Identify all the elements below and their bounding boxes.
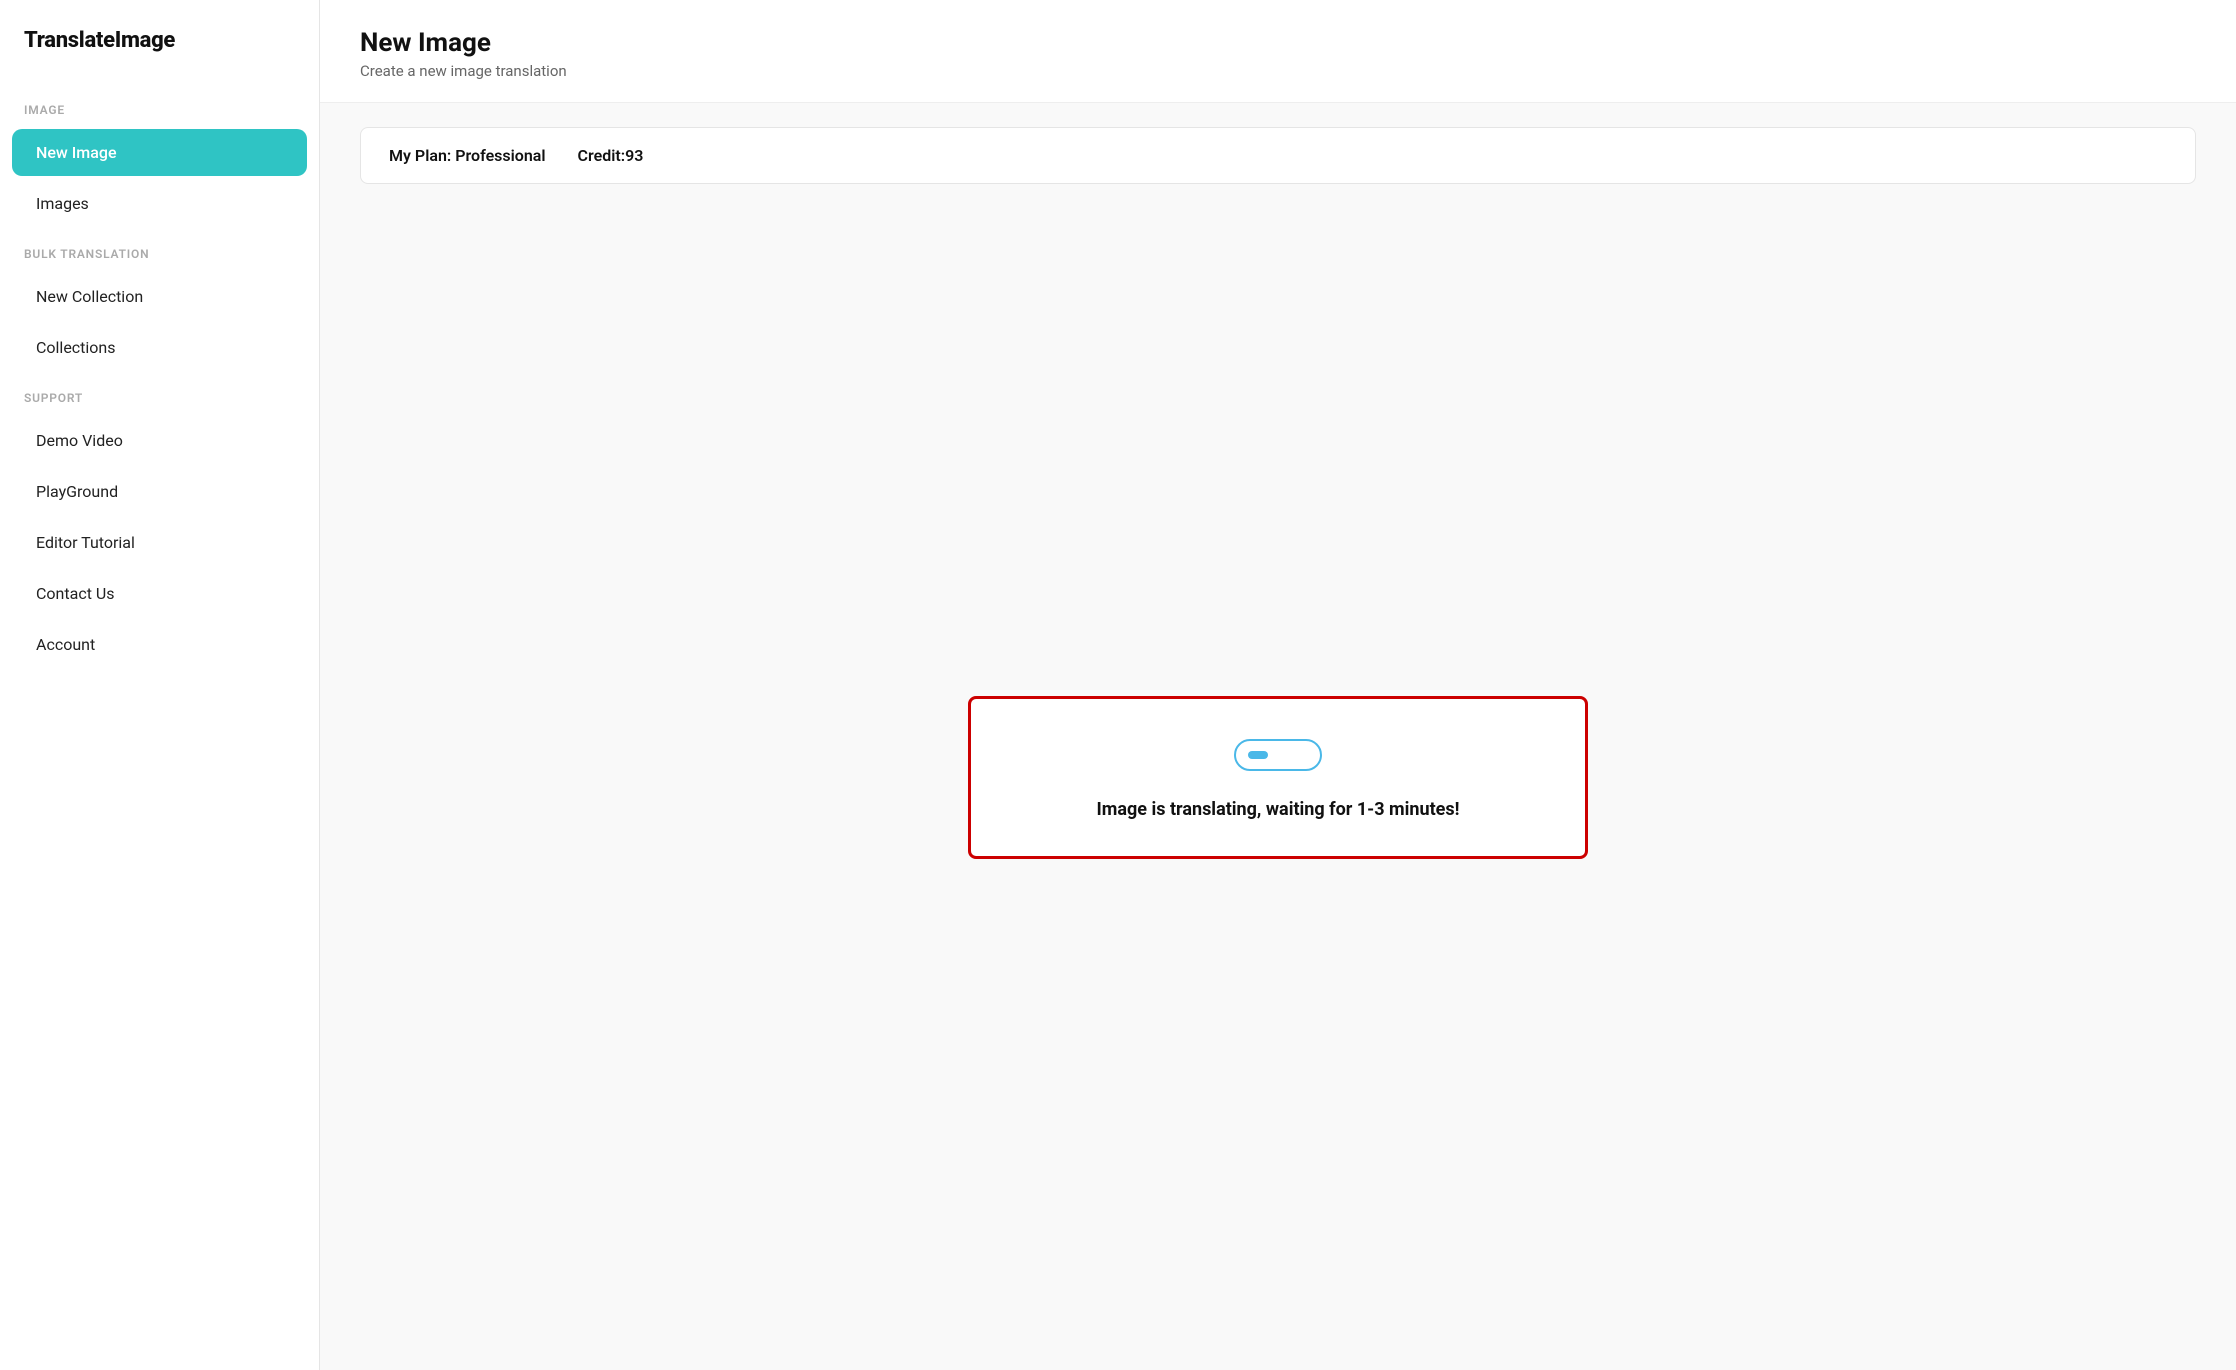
sidebar-item-editor-tutorial[interactable]: Editor Tutorial <box>12 519 307 566</box>
sidebar-item-playground[interactable]: PlayGround <box>12 468 307 515</box>
sidebar-item-new-image[interactable]: New Image <box>12 129 307 176</box>
sidebar: TranslateImage IMAGE New Image Images BU… <box>0 0 320 1370</box>
sidebar-item-contact-us[interactable]: Contact Us <box>12 570 307 617</box>
section-label-bulk: BULK TRANSLATION <box>0 229 319 271</box>
sidebar-item-account[interactable]: Account <box>12 621 307 668</box>
main-content: New Image Create a new image translation… <box>320 0 2236 1370</box>
status-message: Image is translating, waiting for 1-3 mi… <box>1097 799 1460 820</box>
page-title: New Image <box>360 28 2196 58</box>
main-body: Image is translating, waiting for 1-3 mi… <box>320 184 2236 1370</box>
main-header: New Image Create a new image translation <box>320 0 2236 103</box>
sidebar-item-new-collection[interactable]: New Collection <box>12 273 307 320</box>
credit-label: Credit:93 <box>578 146 644 165</box>
section-label-support: SUPPORT <box>0 373 319 415</box>
sidebar-item-demo-video[interactable]: Demo Video <box>12 417 307 464</box>
app-logo: TranslateImage <box>0 28 319 85</box>
translation-status-box: Image is translating, waiting for 1-3 mi… <box>968 696 1588 859</box>
section-label-image: IMAGE <box>0 85 319 127</box>
plan-label: My Plan: Professional <box>389 146 546 165</box>
sidebar-item-images[interactable]: Images <box>12 180 307 227</box>
sidebar-item-collections[interactable]: Collections <box>12 324 307 371</box>
loading-indicator <box>1234 739 1322 771</box>
page-subtitle: Create a new image translation <box>360 62 2196 80</box>
plan-bar: My Plan: Professional Credit:93 <box>360 127 2196 184</box>
